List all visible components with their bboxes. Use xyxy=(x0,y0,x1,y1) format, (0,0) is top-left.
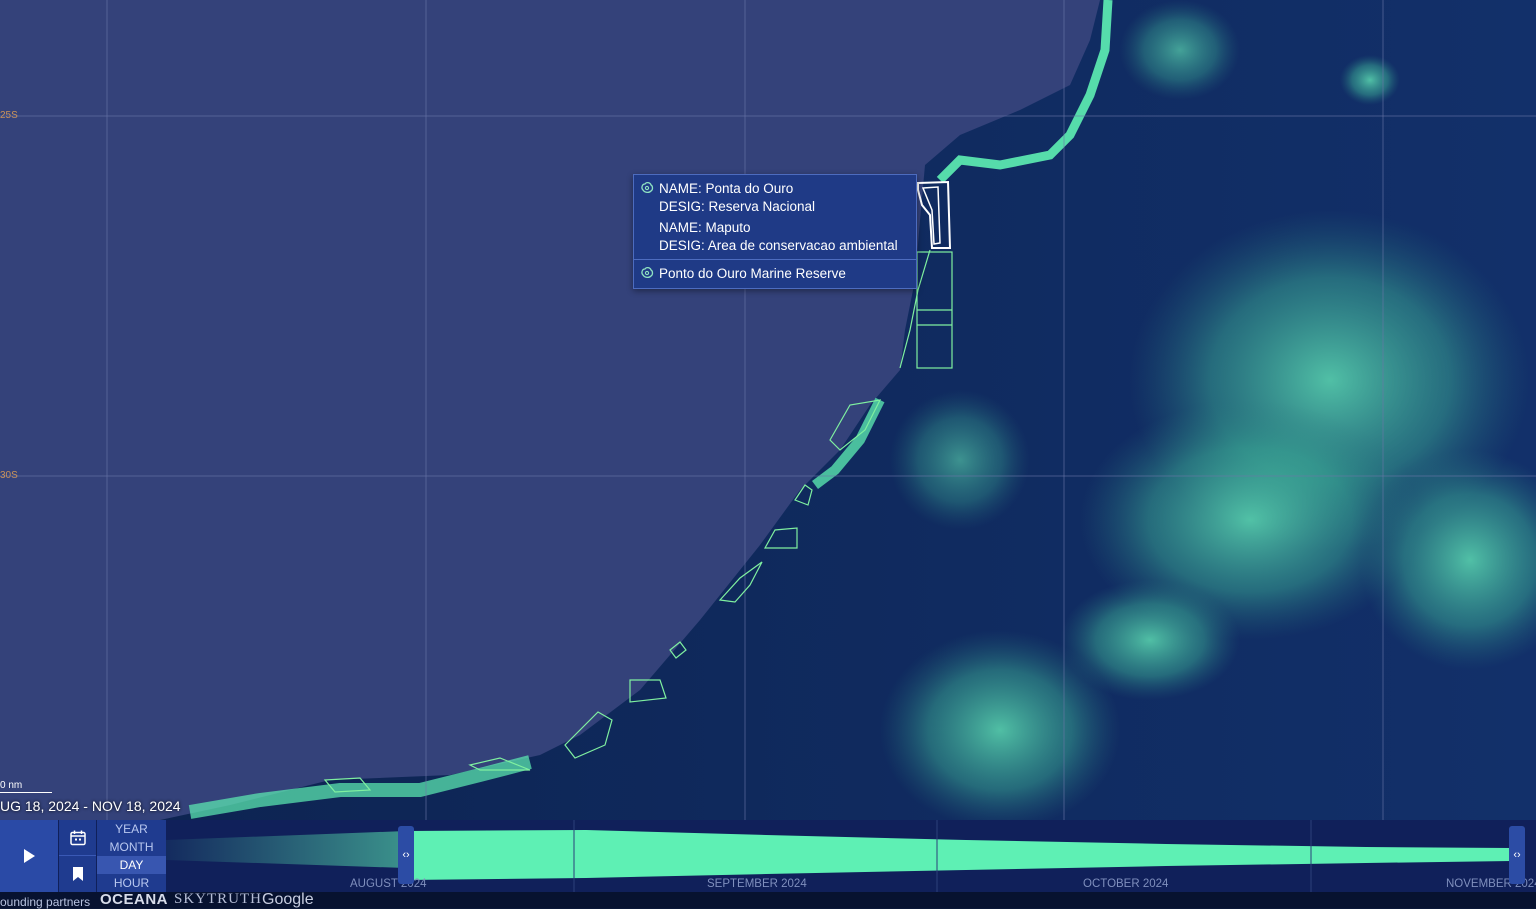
tooltip-section: NAME: Ponta do Ouro DESIG: Reserva Nacio… xyxy=(634,175,916,259)
oceana-logo[interactable]: OCEANA xyxy=(100,891,168,908)
protected-area-icon xyxy=(641,266,654,279)
calendar-button[interactable] xyxy=(59,820,96,856)
date-range-label: UG 18, 2024 - NOV 18, 2024 xyxy=(0,798,181,814)
latitude-label-25s: 25S xyxy=(0,110,18,121)
calendar-icon xyxy=(69,830,86,845)
fishing-activity-cluster xyxy=(1340,55,1400,105)
play-button[interactable] xyxy=(0,820,58,892)
interval-selector: YEAR MONTH DAY HOUR xyxy=(97,820,166,892)
latitude-label-30s: 30S xyxy=(0,470,18,481)
month-label-august: AUGUST 2024 xyxy=(350,878,427,890)
scale-bar xyxy=(0,792,52,793)
scale-label: 0 nm xyxy=(0,780,23,791)
tooltip-name: NAME: Maputo xyxy=(659,220,751,235)
footer: ounding partners OCEANA SKYTRUTH Google xyxy=(0,891,1536,909)
tooltip-designation: DESIG: Reserva Nacional xyxy=(659,198,816,214)
fishing-activity-cluster xyxy=(890,390,1030,530)
timebar-end-handle[interactable]: ‹› xyxy=(1509,826,1525,884)
map-tooltip: NAME: Ponta do Ouro DESIG: Reserva Nacio… xyxy=(633,174,917,289)
tooltip-designation: DESIG: Area de conservacao ambiental xyxy=(659,237,898,253)
protected-area-icon xyxy=(641,181,654,194)
interval-year[interactable]: YEAR xyxy=(97,820,166,838)
google-logo[interactable]: Google xyxy=(262,891,314,909)
funding-partners-label: ounding partners xyxy=(0,895,91,909)
tooltip-section: Ponto do Ouro Marine Reserve xyxy=(634,259,916,288)
interval-hour[interactable]: HOUR xyxy=(97,874,166,892)
play-icon xyxy=(24,849,35,863)
skytruth-logo[interactable]: SKYTRUTH xyxy=(174,891,262,908)
timebar-side-buttons xyxy=(59,820,96,892)
fishing-activity-cluster xyxy=(1120,0,1240,100)
activity-graph-selected xyxy=(406,830,1511,880)
activity-graph-outside xyxy=(166,831,406,868)
tooltip-name: Ponto do Ouro Marine Reserve xyxy=(659,266,846,281)
bookmark-icon xyxy=(72,866,83,881)
timebar-start-handle[interactable]: ‹› xyxy=(398,826,414,884)
interval-day[interactable]: DAY xyxy=(97,856,166,874)
tooltip-name: NAME: Ponta do Ouro xyxy=(659,181,794,196)
map-canvas[interactable] xyxy=(0,0,1536,820)
fishing-activity-cluster xyxy=(1060,580,1240,700)
month-label-october: OCTOBER 2024 xyxy=(1083,878,1169,890)
month-label-september: SEPTEMBER 2024 xyxy=(707,878,807,890)
bookmark-button[interactable] xyxy=(59,856,96,891)
interval-month[interactable]: MONTH xyxy=(97,838,166,856)
